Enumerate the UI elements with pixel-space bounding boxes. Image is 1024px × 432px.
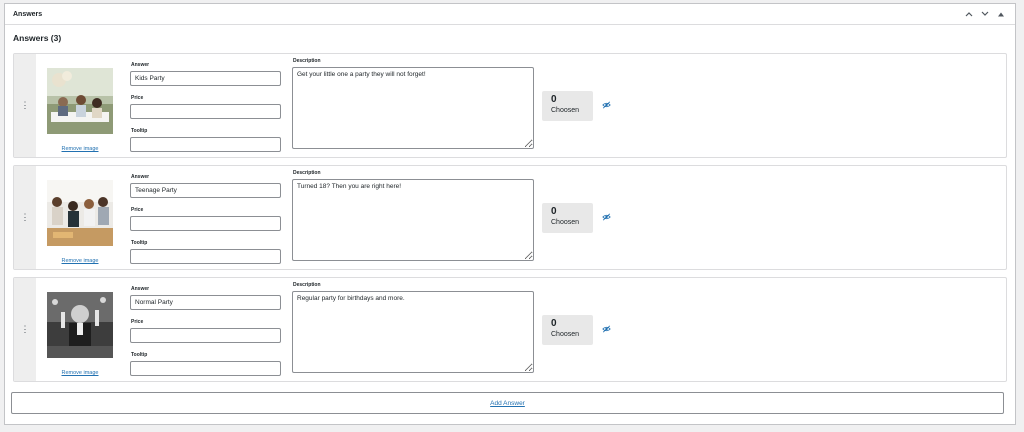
tooltip-label: Tooltip bbox=[131, 352, 148, 358]
price-input[interactable] bbox=[130, 328, 281, 343]
panel-title: Answers bbox=[13, 10, 43, 18]
eye-slash-icon[interactable] bbox=[602, 213, 611, 221]
answer-image bbox=[47, 292, 113, 358]
drag-handle[interactable]: ⋮ bbox=[14, 54, 36, 157]
description-label: Description bbox=[293, 282, 321, 288]
vertical-dots-icon: ⋮ bbox=[20, 100, 30, 110]
tooltip-input[interactable] bbox=[130, 137, 281, 152]
answer-label: Answer bbox=[131, 286, 150, 292]
tooltip-label: Tooltip bbox=[131, 128, 148, 134]
move-down-button[interactable] bbox=[979, 8, 991, 20]
add-answer-button[interactable]: Add Answer bbox=[11, 392, 1004, 414]
chosen-counter: 0 Choosen bbox=[542, 91, 593, 121]
price-label: Price bbox=[131, 319, 144, 325]
move-up-button[interactable] bbox=[963, 8, 975, 20]
tooltip-input[interactable] bbox=[130, 361, 281, 376]
drag-handle[interactable]: ⋮ bbox=[14, 166, 36, 269]
price-input[interactable] bbox=[130, 104, 281, 119]
answer-input[interactable] bbox=[130, 71, 281, 86]
chosen-count: 0 bbox=[551, 94, 557, 105]
chosen-counter: 0 Choosen bbox=[542, 315, 593, 345]
chevron-down-icon bbox=[981, 11, 989, 16]
tooltip-input[interactable] bbox=[130, 249, 281, 264]
remove-image-link[interactable]: Remove image bbox=[47, 258, 113, 264]
price-input[interactable] bbox=[130, 216, 281, 231]
remove-image-link[interactable]: Remove image bbox=[47, 146, 113, 152]
description-label: Description bbox=[293, 58, 321, 64]
chosen-count: 0 bbox=[551, 206, 557, 217]
answer-input[interactable] bbox=[130, 295, 281, 310]
vertical-dots-icon: ⋮ bbox=[20, 324, 30, 334]
answer-row: ⋮ Remove image A bbox=[13, 53, 1007, 158]
answer-input[interactable] bbox=[130, 183, 281, 198]
answer-label: Answer bbox=[131, 174, 150, 180]
answer-image bbox=[47, 180, 113, 246]
answer-label: Answer bbox=[131, 62, 150, 68]
answer-row: ⋮ Remove image Answer Pri bbox=[13, 277, 1007, 382]
toggle-panel-button[interactable] bbox=[995, 8, 1007, 20]
description-textarea[interactable]: Get your little one a party they will no… bbox=[292, 67, 534, 149]
answers-count-heading: Answers (3) bbox=[13, 33, 62, 43]
chosen-counter: 0 Choosen bbox=[542, 203, 593, 233]
chosen-label: Choosen bbox=[551, 331, 580, 338]
price-label: Price bbox=[131, 95, 144, 101]
tooltip-label: Tooltip bbox=[131, 240, 148, 246]
chosen-count: 0 bbox=[551, 318, 557, 329]
eye-slash-icon[interactable] bbox=[602, 325, 611, 333]
description-label: Description bbox=[293, 170, 321, 176]
answer-row: ⋮ Remove image A bbox=[13, 165, 1007, 270]
panel-handle-actions bbox=[963, 8, 1007, 20]
description-textarea[interactable]: Turned 18? Then you are right here! bbox=[292, 179, 534, 261]
answer-image bbox=[47, 68, 113, 134]
triangle-up-icon bbox=[998, 12, 1004, 16]
remove-image-link[interactable]: Remove image bbox=[47, 370, 113, 376]
drag-handle[interactable]: ⋮ bbox=[14, 278, 36, 381]
panel-header: Answers bbox=[5, 4, 1015, 25]
eye-slash-icon[interactable] bbox=[602, 101, 611, 109]
answers-panel: Answers Answers (3) ⋮ Remove image Answe… bbox=[4, 3, 1016, 425]
chosen-label: Choosen bbox=[551, 219, 580, 226]
vertical-dots-icon: ⋮ bbox=[20, 212, 30, 222]
chosen-label: Choosen bbox=[551, 107, 580, 114]
chevron-up-icon bbox=[965, 12, 973, 17]
description-textarea[interactable]: Regular party for birthdays and more. bbox=[292, 291, 534, 373]
price-label: Price bbox=[131, 207, 144, 213]
